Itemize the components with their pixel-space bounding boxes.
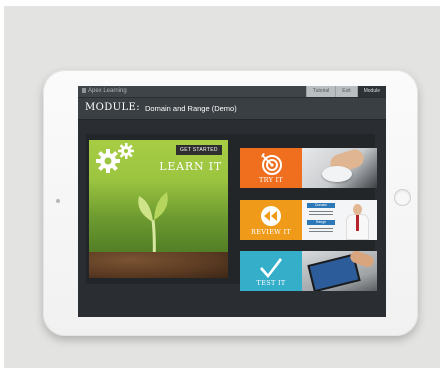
tab-exit[interactable]: Exit: [335, 86, 357, 97]
top-bar: Apex Learning Tutorial Exit Module: [78, 86, 386, 98]
main-content: GET STARTED LEARN IT TRY IT REVIEW IT Do…: [78, 120, 386, 317]
try-it-label: TRY IT: [258, 176, 284, 184]
get-started-button[interactable]: GET STARTED: [176, 145, 222, 155]
text-line: [309, 231, 333, 232]
range-tag: Range: [307, 220, 335, 225]
try-it-card[interactable]: TRY IT: [240, 148, 377, 188]
learn-it-tile[interactable]: GET STARTED LEARN IT: [89, 140, 228, 278]
gears-icon: [96, 143, 134, 173]
learn-it-title: LEARN IT: [159, 160, 222, 173]
tie-image: [356, 215, 359, 231]
text-line: [309, 228, 333, 229]
brand-label: Apex Learning: [88, 88, 127, 94]
rewind-icon: [261, 206, 281, 226]
module-panel: GET STARTED LEARN IT TRY IT REVIEW IT Do…: [86, 134, 377, 291]
brand: Apex Learning: [82, 86, 127, 97]
text-line: [309, 214, 333, 215]
try-it-panel: TRY IT: [240, 148, 302, 188]
nav-tabs: Tutorial Exit Module: [305, 86, 386, 97]
mouse-image: [322, 166, 352, 182]
test-it-label: TEST IT: [256, 279, 286, 287]
camera-dot: [56, 199, 60, 203]
checkmark-icon: [260, 258, 282, 278]
review-it-panel: REVIEW IT: [240, 200, 302, 240]
tab-module[interactable]: Module: [356, 86, 386, 97]
module-label: MODULE:: [85, 102, 140, 113]
review-it-card[interactable]: REVIEW IT Domain Range: [240, 200, 377, 240]
tablet-device: Apex Learning Tutorial Exit Module MODUL…: [43, 70, 418, 336]
module-title: Domain and Range (Demo): [145, 104, 237, 113]
brand-icon: [82, 88, 86, 93]
home-button[interactable]: [394, 189, 411, 206]
try-it-photo: [302, 148, 377, 188]
test-it-panel: TEST IT: [240, 251, 302, 291]
text-line: [309, 211, 333, 212]
domain-tag: Domain: [307, 203, 335, 208]
review-it-photo: Domain Range: [302, 200, 377, 240]
test-it-photo: [302, 251, 377, 291]
module-header: MODULE: Domain and Range (Demo): [78, 98, 386, 120]
sprout-image: [138, 192, 168, 262]
presenter-head: [353, 204, 362, 215]
target-icon: [261, 153, 282, 175]
tab-tutorial[interactable]: Tutorial: [305, 86, 336, 97]
review-it-label: REVIEW IT: [251, 228, 291, 236]
soil-image: [89, 252, 228, 278]
background: Apex Learning Tutorial Exit Module MODUL…: [4, 6, 440, 368]
tablet-screen: Apex Learning Tutorial Exit Module MODUL…: [78, 86, 386, 317]
test-it-card[interactable]: TEST IT: [240, 251, 377, 291]
